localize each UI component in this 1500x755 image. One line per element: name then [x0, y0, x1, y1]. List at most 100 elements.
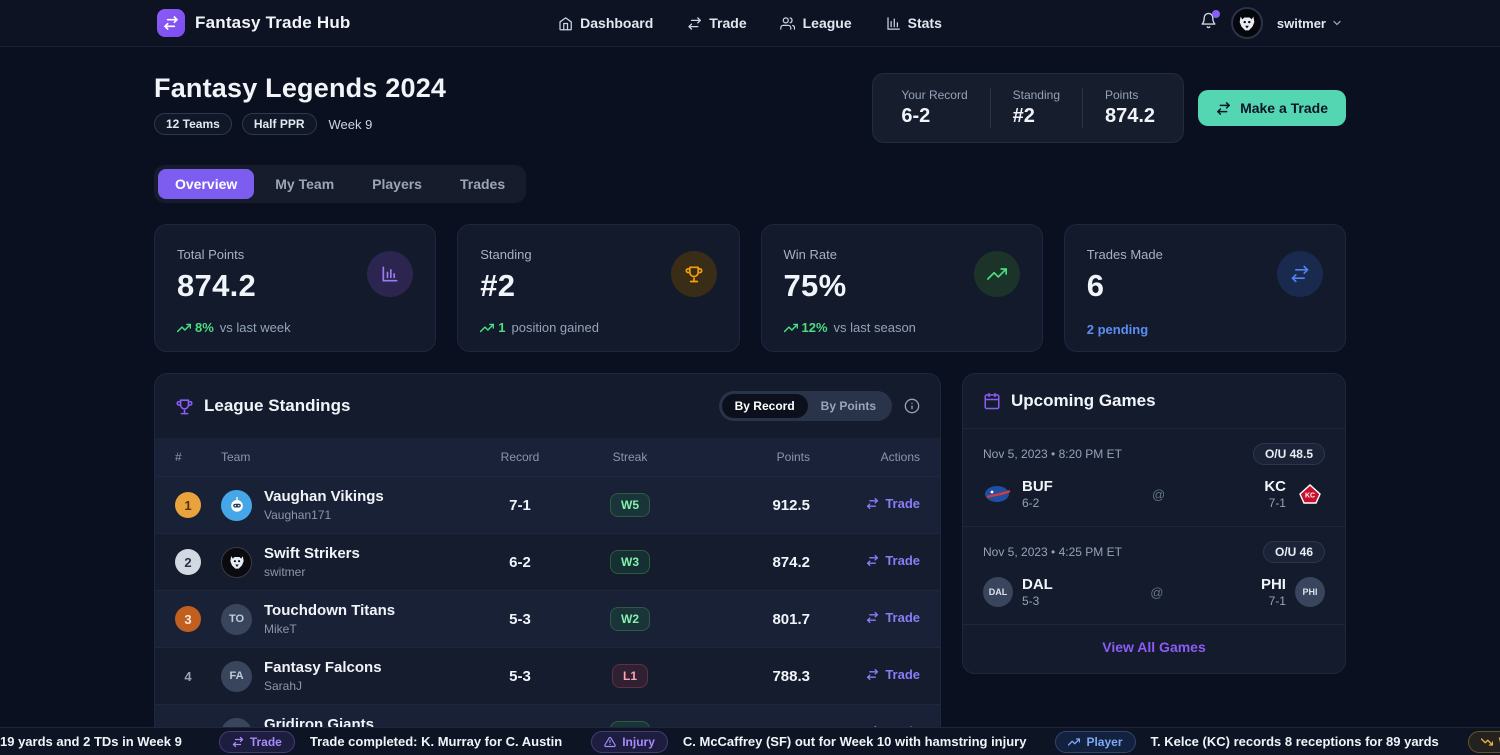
toggle-by-record[interactable]: By Record: [722, 394, 808, 418]
streak-badge: W3: [610, 550, 650, 574]
table-row: 2 Swift Strikers switmer 6-2 W3 874.2 Tr…: [155, 533, 940, 590]
trending-up-icon: [177, 321, 191, 335]
rank-badge: 1: [175, 492, 201, 518]
wolf-mascot-avatar: [221, 547, 252, 578]
chevron-down-icon: [1331, 17, 1343, 29]
toggle-by-points[interactable]: By Points: [808, 394, 889, 418]
sort-toggle: By Record By Points: [719, 391, 892, 421]
trending-up-icon: [974, 251, 1020, 297]
summary-standing: Standing #2: [990, 88, 1082, 128]
tab-trades[interactable]: Trades: [443, 169, 522, 199]
tab-players[interactable]: Players: [355, 169, 439, 199]
tab-my-team[interactable]: My Team: [258, 169, 351, 199]
game-datetime: Nov 5, 2023 • 4:25 PM ET: [983, 545, 1122, 559]
away-team-record: 5-3: [1022, 594, 1053, 608]
swap-arrows-icon: [866, 554, 879, 567]
game-item[interactable]: Nov 5, 2023 • 4:25 PM ET O/U 46 DAL DAL …: [963, 526, 1345, 624]
stat-card-standing: Standing #2 1 position gained: [457, 224, 739, 352]
trending-up-icon: [784, 321, 798, 335]
news-ticker: 19 yards and 2 TDs in Week 9 Trade Trade…: [0, 727, 1500, 755]
over-under-badge: O/U 46: [1263, 541, 1325, 563]
swap-arrows-icon: [866, 668, 879, 681]
team-points: 788.3: [685, 668, 810, 685]
week-label: Week 9: [329, 117, 373, 132]
standings-title: League Standings: [204, 396, 350, 416]
user-avatar[interactable]: [1231, 7, 1263, 39]
trending-down-icon: [1481, 736, 1493, 748]
stat-card-total-points: Total Points 874.2 8% vs last week: [154, 224, 436, 352]
ticker-item: 19 yards and 2 TDs in Week 9: [0, 734, 182, 749]
nav-item-league[interactable]: League: [781, 15, 852, 31]
team-owner: MikeT: [264, 622, 395, 636]
cowboys-abbr-avatar: DAL: [983, 577, 1013, 607]
team-name: Vaughan Vikings: [264, 488, 384, 507]
trophy-icon: [175, 397, 194, 416]
standings-table-header: # Team Record Streak Points Actions: [155, 438, 940, 476]
swap-arrows-icon: [866, 497, 879, 510]
team-owner: Vaughan171: [264, 508, 384, 522]
row-trade-button[interactable]: Trade: [866, 610, 920, 625]
swap-arrows-icon: [687, 16, 702, 31]
notifications-bell-icon[interactable]: [1200, 12, 1217, 34]
view-tabs: Overview My Team Players Trades: [154, 165, 526, 203]
nav-right: switmer: [1200, 7, 1343, 39]
league-standings-card: League Standings By Record By Points # T…: [154, 373, 941, 755]
tab-overview[interactable]: Overview: [158, 169, 254, 199]
row-trade-button[interactable]: Trade: [866, 496, 920, 511]
table-row: 4 FA Fantasy Falcons SarahJ 5-3 L1 788.3…: [155, 647, 940, 704]
table-row: 1 Vaughan Vikings Vaughan171 7-1 W5 912.…: [155, 476, 940, 533]
trending-up-icon: [1068, 736, 1080, 748]
row-trade-button[interactable]: Trade: [866, 553, 920, 568]
swap-arrows-icon: [1277, 251, 1323, 297]
swap-arrows-icon: [1216, 101, 1231, 116]
trade-badge: Trade: [219, 731, 295, 753]
table-row: 3 TO Touchdown Titans MikeT 5-3 W2 801.7…: [155, 590, 940, 647]
stat-card-trades-made: Trades Made 6 2 pending: [1064, 224, 1346, 352]
user-menu[interactable]: switmer: [1277, 16, 1343, 31]
swap-arrows-icon: [232, 736, 244, 748]
notification-dot: [1212, 10, 1220, 18]
scoring-badge: Half PPR: [242, 113, 317, 135]
team-points: 912.5: [685, 497, 810, 514]
info-icon[interactable]: [904, 398, 920, 414]
bills-logo-icon: [983, 483, 1013, 505]
page-title: Fantasy Legends 2024: [154, 73, 446, 104]
nav-item-trade[interactable]: Trade: [687, 15, 746, 31]
nav-item-stats[interactable]: Stats: [886, 15, 942, 31]
team-points: 801.7: [685, 611, 810, 628]
team-points: 874.2: [685, 554, 810, 571]
stat-cards: Total Points 874.2 8% vs last week Stand…: [154, 224, 1346, 352]
bar-chart-icon: [367, 251, 413, 297]
trending-up-icon: [480, 321, 494, 335]
games-title: Upcoming Games: [1011, 391, 1156, 411]
over-under-badge: O/U 48.5: [1253, 443, 1325, 465]
home-team-record: 7-1: [1261, 594, 1286, 608]
team-owner: SarahJ: [264, 679, 382, 693]
home-team-abbr: KC: [1264, 478, 1286, 495]
users-icon: [781, 16, 796, 31]
at-separator: @: [1150, 585, 1163, 600]
streak-badge: L1: [612, 664, 648, 688]
svg-text:KC: KC: [1305, 493, 1315, 500]
game-item[interactable]: Nov 5, 2023 • 8:20 PM ET O/U 48.5 BUF 6-…: [963, 429, 1345, 526]
home-team-record: 7-1: [1264, 496, 1286, 510]
trophy-icon: [671, 251, 717, 297]
bar-chart-icon: [886, 16, 901, 31]
nav-item-dashboard[interactable]: Dashboard: [558, 15, 653, 31]
wolf-mascot-icon: [1236, 12, 1258, 34]
swap-arrows-icon: [866, 611, 879, 624]
league-header: Fantasy Legends 2024 12 Teams Half PPR W…: [154, 73, 1346, 143]
rank-badge: 3: [175, 606, 201, 632]
player-badge: Player: [1055, 731, 1135, 753]
away-team-abbr: DAL: [1022, 576, 1053, 593]
eagles-abbr-avatar: PHI: [1295, 577, 1325, 607]
brand-name: Fantasy Trade Hub: [195, 13, 351, 33]
ticker-item: T. Kelce (KC) records 8 receptions for 8…: [1151, 734, 1439, 749]
make-a-trade-button[interactable]: Make a Trade: [1198, 90, 1346, 126]
row-trade-button[interactable]: Trade: [866, 667, 920, 682]
pending-trades-link[interactable]: 2 pending: [1087, 322, 1323, 337]
teams-badge: 12 Teams: [154, 113, 232, 135]
ticker-item: C. McCaffrey (SF) out for Week 10 with h…: [683, 734, 1027, 749]
view-all-games-link[interactable]: View All Games: [1102, 639, 1206, 655]
team-record: 7-1: [465, 497, 575, 514]
